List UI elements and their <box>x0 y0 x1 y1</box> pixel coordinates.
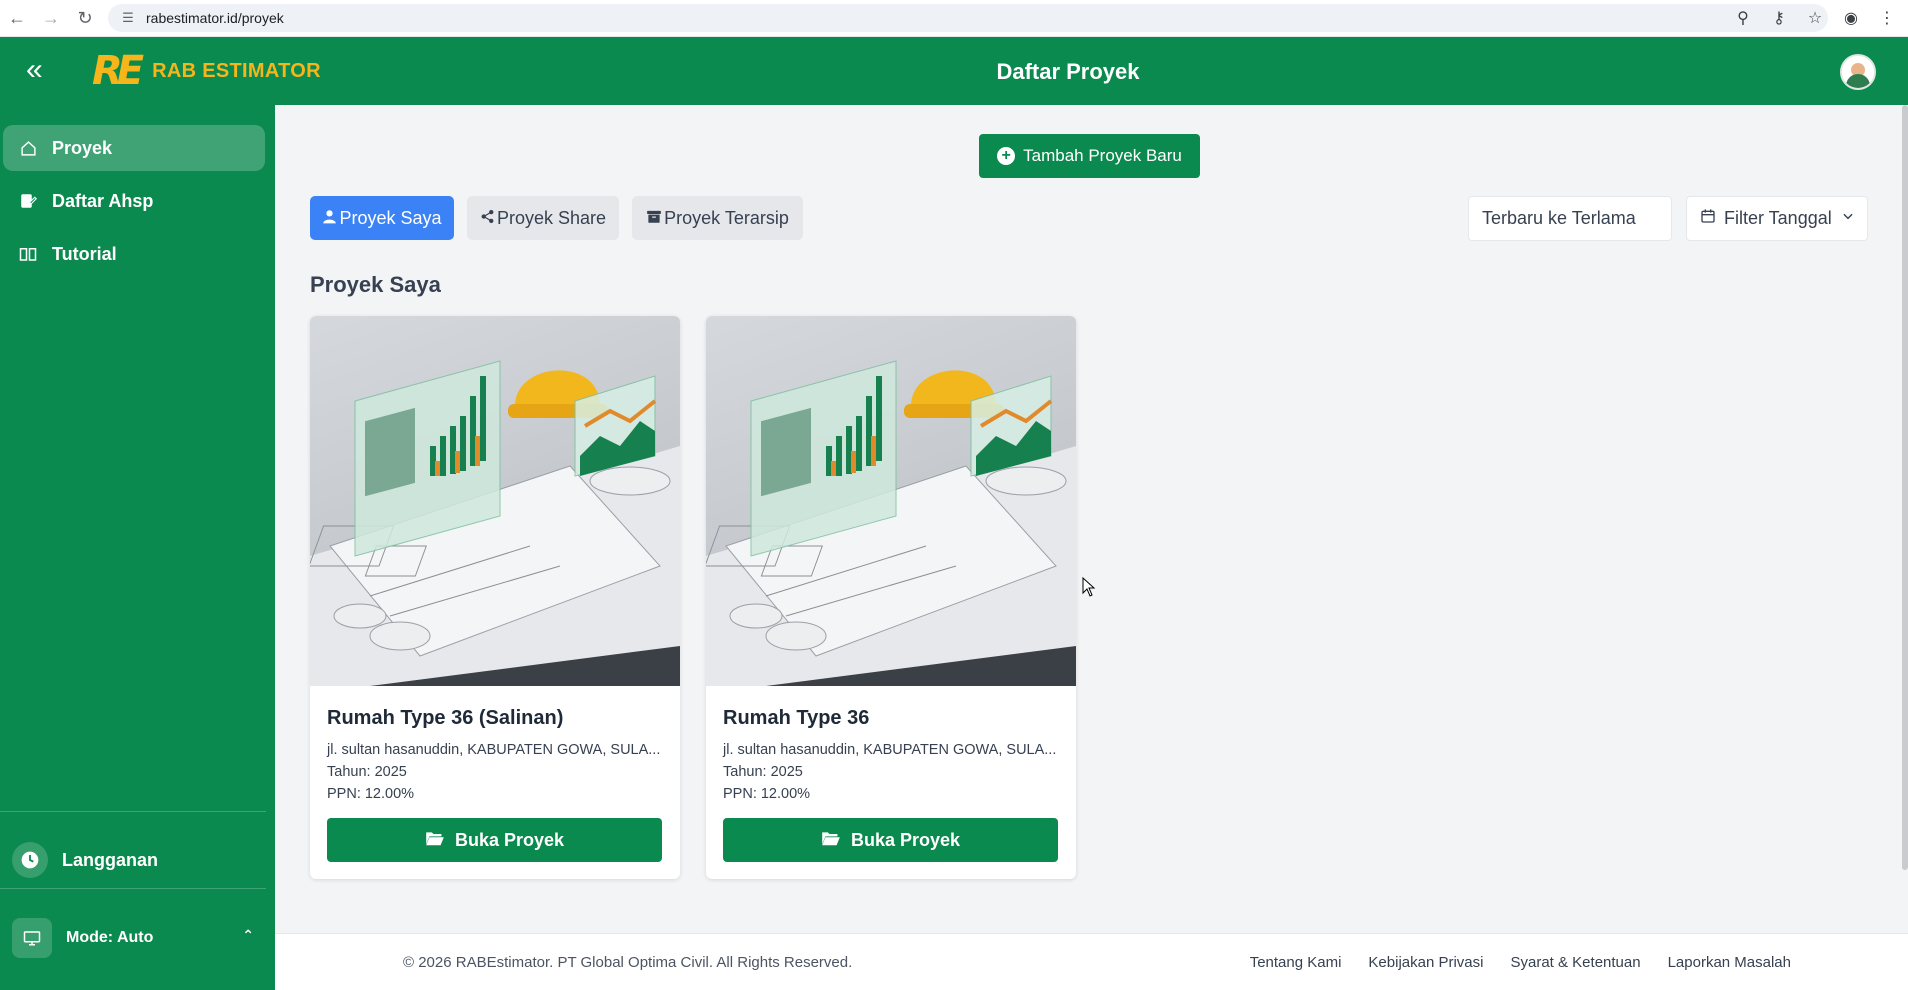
sidebar-divider <box>0 811 266 812</box>
profile-icon[interactable]: ◉ <box>1840 4 1862 32</box>
bookmark-star-icon[interactable]: ☆ <box>1804 4 1826 32</box>
filter-label: Filter Tanggal <box>1724 208 1832 228</box>
sidebar: Proyek Daftar Ahsp Tutorial Langganan Mo… <box>0 105 275 990</box>
footer-link-kebijakan-privasi[interactable]: Kebijakan Privasi <box>1368 954 1483 971</box>
add-project-button[interactable]: + Tambah Proyek Baru <box>979 134 1200 178</box>
open-project-button[interactable]: Buka Proyek <box>327 818 662 862</box>
back-arrow-icon[interactable]: ← <box>0 3 34 33</box>
open-project-label: Buka Proyek <box>850 829 961 850</box>
footer-link-laporkan-masalah[interactable]: Laporkan Masalah <box>1668 954 1791 971</box>
project-ppn: PPN: 12.00% <box>723 786 811 802</box>
sidebar-item-label: Daftar Ahsp <box>52 190 154 211</box>
browser-toolbar: ← → ↻ ☰ rabestimator.id/proyek ⚲ ⚷ ☆ ◉ ⋮ <box>0 0 1908 37</box>
project-address: jl. sultan hasanuddin, KABUPATEN GOWA, S… <box>723 742 1057 758</box>
project-year: Tahun: 2025 <box>327 764 407 780</box>
footer-links: Tentang Kami Kebijakan Privasi Syarat & … <box>1250 954 1791 971</box>
chevron-down-icon <box>1841 209 1855 226</box>
tab-label: Proyek Share <box>496 207 607 228</box>
tab-proyek-terarsip[interactable]: Proyek Terarsip <box>632 196 803 240</box>
footer-link-syarat-ketentuan[interactable]: Syarat & Ketentuan <box>1510 954 1640 971</box>
address-bar[interactable]: ☰ rabestimator.id/proyek <box>108 4 1828 32</box>
folder-open-icon <box>821 830 841 851</box>
clock-icon <box>12 842 48 878</box>
zoom-icon[interactable]: ⚲ <box>1732 4 1754 32</box>
tab-label: Proyek Saya <box>339 207 442 228</box>
mouse-cursor-icon <box>1082 577 1096 597</box>
open-project-button[interactable]: Buka Proyek <box>723 818 1058 862</box>
copyright-text: © 2026 RABEstimator. PT Global Optima Ci… <box>403 954 853 971</box>
monitor-icon <box>12 918 52 958</box>
avatar-body-icon <box>1846 74 1870 88</box>
project-address: jl. sultan hasanuddin, KABUPATEN GOWA, S… <box>327 742 661 758</box>
section-title: Proyek Saya <box>310 272 441 297</box>
project-ppn: PPN: 12.00% <box>327 786 415 802</box>
user-icon <box>322 209 337 228</box>
app-header: « RE RAB ESTIMATOR Daftar Proyek <box>0 37 1908 105</box>
password-key-icon[interactable]: ⚷ <box>1768 4 1790 32</box>
home-icon <box>17 137 39 159</box>
project-thumbnail-image <box>310 316 680 686</box>
sidebar-item-label: Proyek <box>52 137 113 158</box>
mode-toggle[interactable]: Mode: Auto ⌃ <box>12 915 262 961</box>
sidebar-item-langganan[interactable]: Langganan <box>12 837 262 883</box>
sidebar-item-tutorial[interactable]: Tutorial <box>3 231 265 277</box>
sort-value: Terbaru ke Terlama <box>1482 208 1636 228</box>
calendar-icon <box>1700 208 1716 229</box>
footer-link-tentang-kami[interactable]: Tentang Kami <box>1250 954 1342 971</box>
share-icon <box>480 209 495 228</box>
menu-kebab-icon[interactable]: ⋮ <box>1876 4 1898 32</box>
chevron-up-icon[interactable]: ⌃ <box>242 927 254 944</box>
project-title: Rumah Type 36 (Salinan) <box>327 707 564 729</box>
project-year: Tahun: 2025 <box>723 764 803 780</box>
avatar[interactable] <box>1840 54 1876 90</box>
sidebar-divider <box>0 888 266 889</box>
plus-circle-icon: + <box>997 147 1016 165</box>
project-card: Rumah Type 36 jl. sultan hasanuddin, KAB… <box>706 316 1076 879</box>
sidebar-item-label: Langganan <box>62 849 159 870</box>
folder-open-icon <box>425 830 445 851</box>
sidebar-item-label: Tutorial <box>52 243 117 264</box>
url-text: rabestimator.id/proyek <box>146 10 284 26</box>
project-card: Rumah Type 36 (Salinan) jl. sultan hasan… <box>310 316 680 879</box>
add-project-label: Tambah Proyek Baru <box>1023 146 1182 165</box>
footer: © 2026 RABEstimator. PT Global Optima Ci… <box>275 933 1908 990</box>
site-info-icon[interactable]: ☰ <box>120 10 136 26</box>
date-filter-dropdown[interactable]: Filter Tanggal <box>1686 196 1868 241</box>
mode-label: Mode: Auto <box>66 929 154 946</box>
tab-proyek-saya[interactable]: Proyek Saya <box>310 196 454 240</box>
project-thumbnail-image <box>706 316 1076 686</box>
edit-list-icon <box>17 190 39 212</box>
sidebar-item-daftar-ahsp[interactable]: Daftar Ahsp <box>3 178 265 224</box>
project-title: Rumah Type 36 <box>723 707 870 729</box>
archive-icon <box>646 209 662 228</box>
scrollbar[interactable] <box>1902 105 1908 870</box>
sidebar-item-proyek[interactable]: Proyek <box>3 125 265 171</box>
tab-proyek-share[interactable]: Proyek Share <box>467 196 619 240</box>
forward-arrow-icon[interactable]: → <box>34 3 68 33</box>
sort-select[interactable]: Terbaru ke Terlama <box>1468 196 1672 241</box>
open-project-label: Buka Proyek <box>454 829 565 850</box>
reload-icon[interactable]: ↻ <box>68 3 102 33</box>
book-icon <box>17 243 39 265</box>
page-title: Daftar Proyek <box>996 59 1140 84</box>
tab-label: Proyek Terarsip <box>664 207 789 228</box>
